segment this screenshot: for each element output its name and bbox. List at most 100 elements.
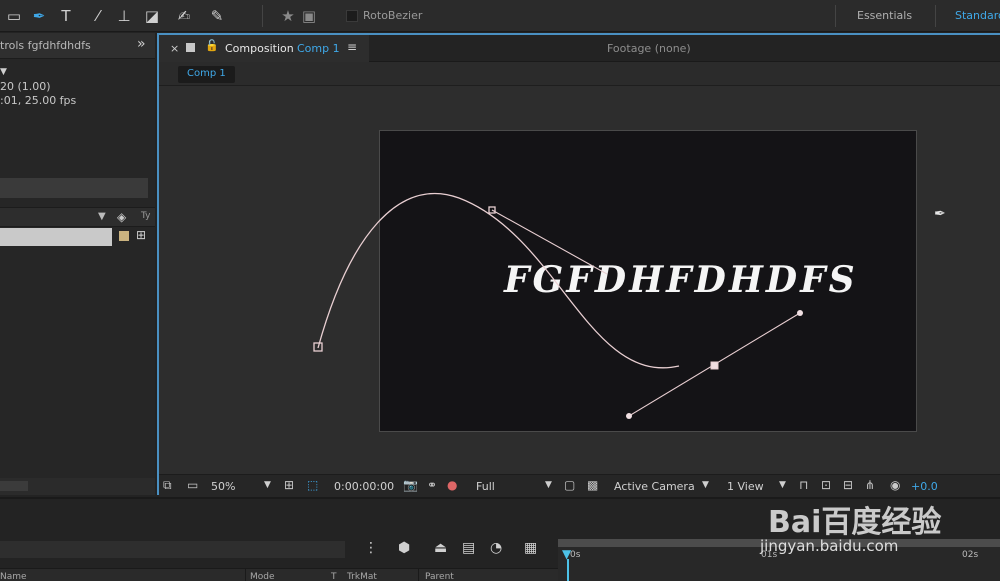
dropdown-arrow-icon[interactable]: ▼ — [0, 67, 7, 77]
composition-flowchart-bar: Comp 1 — [159, 62, 1000, 86]
tools-toolbar: ▭ ✒ T ⁄ ⊥ ◪ ✍ ✎ ★ ▣ RotoBezier Essential… — [0, 0, 1000, 32]
camera-select[interactable]: Active Camera — [614, 480, 695, 493]
bezier-handle-line — [491, 209, 608, 275]
eraser-tool-icon[interactable]: ◪ — [142, 6, 162, 26]
viewer-controls-bar: ⧉ ▭ 50% ▼ ⊞ ⬚ 0:00:00:00 📷 ⚭ ● Full ▼ ▢ … — [159, 474, 1000, 497]
mask-path[interactable] — [159, 86, 1000, 474]
shy-layers-icon[interactable]: ⏏ — [434, 540, 447, 556]
rectangle-tool-icon[interactable]: ▭ — [4, 6, 24, 26]
composition-viewer[interactable]: FGFDHFDHDFS ✒ — [159, 86, 1000, 474]
pen-tool-icon[interactable]: ✒ — [29, 6, 49, 26]
label-color-swatch[interactable] — [119, 231, 129, 241]
column-name[interactable]: Name — [0, 572, 27, 581]
project-footer-bar[interactable] — [0, 481, 28, 491]
star-icon[interactable]: ★ — [278, 6, 298, 26]
draft-3d-icon[interactable]: ⬢ — [398, 540, 410, 556]
safe-zones-icon[interactable]: ⊞ — [284, 478, 294, 492]
rotobezier-checkbox[interactable] — [346, 10, 358, 22]
tab-composition-label: Composition — [225, 42, 294, 55]
close-icon[interactable]: × — [170, 42, 179, 55]
toggle-pixel-aspect-icon[interactable]: ⊓ — [799, 478, 808, 492]
effect-controls-header: trols fgfdhfdhdfs » — [0, 33, 155, 59]
region-of-interest-icon[interactable]: ▢ — [564, 478, 575, 492]
column-t[interactable]: T — [331, 572, 337, 581]
reset-exposure-icon[interactable]: ◉ — [890, 478, 900, 492]
type-tool-icon[interactable]: T — [56, 6, 76, 26]
monitor-icon[interactable]: ▭ — [187, 478, 198, 492]
column-trkmat[interactable]: TrkMat — [347, 572, 377, 581]
column-divider — [418, 569, 419, 581]
bezier-handle-point — [626, 413, 632, 419]
toolbar-divider — [835, 5, 836, 27]
after-effects-window: ▭ ✒ T ⁄ ⊥ ◪ ✍ ✎ ★ ▣ RotoBezier Essential… — [0, 0, 1000, 581]
bezier-handle-point — [797, 310, 803, 316]
graph-editor-icon[interactable]: ▦ — [524, 540, 537, 556]
bezier-path — [317, 192, 680, 369]
current-time-indicator[interactable] — [567, 559, 569, 581]
label-tag-icon[interactable]: ◈ — [117, 210, 126, 224]
timeline-search-input[interactable] — [0, 541, 345, 558]
roto-brush-tool-icon[interactable]: ✍ — [174, 6, 194, 26]
tab-footage[interactable]: Footage (none) — [607, 42, 691, 55]
frame-blending-icon[interactable]: ▤ — [462, 540, 475, 556]
current-time-display[interactable]: 0:00:00:00 — [334, 480, 394, 493]
panel-menu-icon[interactable]: ≡ — [347, 40, 357, 54]
column-parent[interactable]: Parent — [425, 572, 454, 581]
comp-square-icon — [186, 43, 195, 52]
project-column-header: ▼ ◈ Ty — [0, 207, 155, 227]
vertex-point — [710, 361, 719, 370]
mask-visibility-icon[interactable]: ⬚ — [307, 478, 318, 492]
effect-controls-title[interactable]: trols fgfdhfdhdfs — [0, 39, 91, 52]
clone-stamp-tool-icon[interactable]: ⊥ — [114, 6, 134, 26]
motion-blur-icon[interactable]: ◔ — [490, 540, 502, 556]
workspace-essentials[interactable]: Essentials — [857, 9, 912, 22]
composition-panel: × 🔓 Composition Comp 1 ≡ Footage (none) … — [157, 33, 1000, 497]
watermark-logo: Bai百度经验 — [768, 505, 942, 540]
resolution-select[interactable]: Full — [476, 480, 495, 493]
transparency-grid-icon[interactable]: ▩ — [587, 478, 598, 492]
pixel-aspect-ratio: 20 (1.00) — [0, 80, 51, 93]
comp-mini-flowchart-icon[interactable]: ⋮ — [364, 540, 378, 556]
flowchart-icon[interactable]: ⋔ — [865, 478, 875, 492]
project-search-input[interactable] — [0, 178, 148, 198]
workspace-standard[interactable]: Standard — [955, 9, 1000, 22]
timeline-icon[interactable]: ⊟ — [843, 478, 853, 492]
puppet-pin-tool-icon[interactable]: ✎ — [207, 6, 227, 26]
chevron-down-icon[interactable]: ▼ — [545, 480, 552, 490]
rotobezier-label: RotoBezier — [363, 9, 423, 22]
toolbar-divider — [262, 5, 263, 27]
view-layout-select[interactable]: 1 View — [727, 480, 764, 493]
magnification-select[interactable]: 50% — [211, 480, 235, 493]
project-item-selected[interactable] — [0, 228, 112, 246]
project-panel: trols fgfdhfdhdfs » ▼ 20 (1.00) :01, 25.… — [0, 33, 155, 495]
panel-collapse-icon[interactable]: » — [137, 36, 146, 52]
project-footer — [0, 478, 155, 495]
tab-composition[interactable]: × 🔓 Composition Comp 1 ≡ — [159, 35, 369, 62]
column-type[interactable]: Ty — [141, 211, 150, 221]
chevron-down-icon[interactable]: ▼ — [702, 480, 709, 490]
lock-icon[interactable]: 🔓 — [205, 39, 219, 52]
toolbar-divider — [935, 5, 936, 27]
anchor-icon[interactable]: ▣ — [299, 6, 319, 26]
layer-column-header: Name Mode T TrkMat Parent — [0, 568, 558, 581]
sort-arrow-icon[interactable]: ▼ — [98, 211, 106, 222]
duration-fps: :01, 25.00 fps — [0, 94, 77, 107]
tab-strip: Footage (none) — [369, 35, 1000, 62]
playhead-icon[interactable]: ▼ — [562, 547, 574, 561]
brush-tool-icon[interactable]: ⁄ — [88, 6, 108, 26]
chevron-down-icon[interactable]: ▼ — [779, 480, 786, 490]
column-mode[interactable]: Mode — [250, 572, 275, 581]
channel-icon[interactable]: ● — [447, 478, 457, 492]
comp-breadcrumb[interactable]: Comp 1 — [178, 66, 235, 83]
exposure-value[interactable]: +0.0 — [911, 480, 938, 493]
flowchart-icon[interactable]: ⊞ — [136, 228, 146, 242]
pen-cursor-icon: ✒ — [934, 206, 946, 222]
column-divider — [245, 569, 246, 581]
snapshot-icon[interactable]: 📷 — [403, 478, 418, 492]
always-preview-icon[interactable]: ⧉ — [163, 478, 172, 493]
chevron-down-icon[interactable]: ▼ — [264, 480, 271, 490]
fast-previews-icon[interactable]: ⊡ — [821, 478, 831, 492]
show-snapshot-icon[interactable]: ⚭ — [427, 478, 437, 492]
time-tick: 02s — [962, 550, 979, 560]
watermark-url: jingyan.baidu.com — [760, 537, 899, 555]
